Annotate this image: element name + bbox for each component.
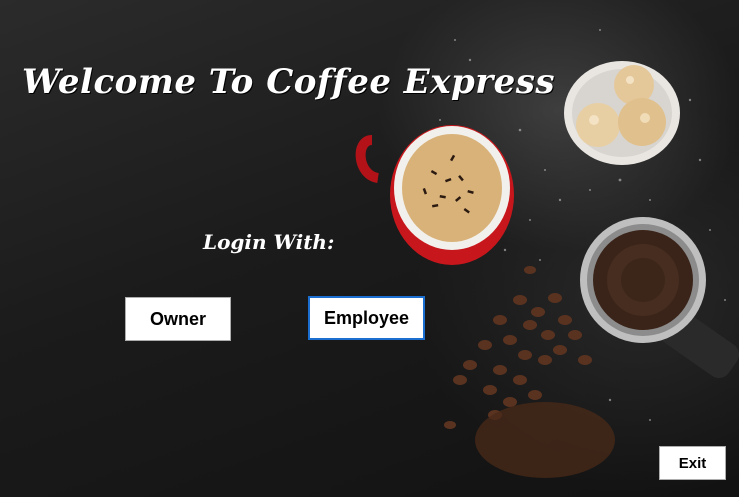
exit-button[interactable]: Exit: [659, 446, 726, 480]
welcome-window: Welcome To Coffee Express Login With: Ow…: [0, 0, 739, 497]
portafilter-illustration: [580, 217, 739, 379]
ground-coffee-illustration: [475, 402, 615, 478]
cookies-bowl-illustration: [564, 61, 680, 165]
owner-button[interactable]: Owner: [125, 297, 231, 341]
employee-button[interactable]: Employee: [308, 296, 425, 340]
coffee-cup-illustration: [355, 125, 514, 265]
page-title: Welcome To Coffee Express: [22, 62, 556, 102]
login-label: Login With:: [203, 230, 335, 254]
